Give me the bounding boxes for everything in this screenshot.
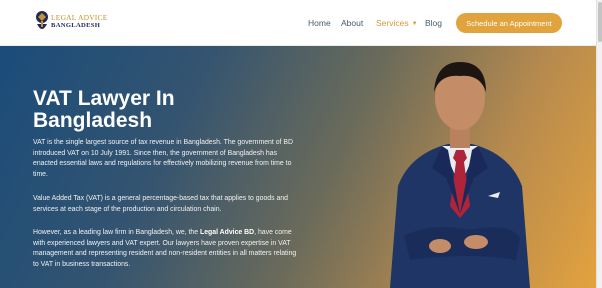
firm-paragraph: However, as a leading law firm in Bangla… — [33, 228, 303, 270]
page-scrollbar[interactable] — [596, 0, 602, 288]
firm-paragraph-text-1: However, as a leading law firm in Bangla… — [33, 229, 200, 236]
hero-section: VAT Lawyer In Bangladesh VAT is the sing… — [0, 46, 596, 288]
site-header: LEGAL ADVICE BANGLADESH Home About Servi… — [0, 0, 596, 46]
intro-paragraph: VAT is the single largest source of tax … — [33, 139, 293, 178]
lawyer-portrait-image — [390, 62, 530, 288]
nav-services[interactable]: Services ▼ — [376, 18, 418, 28]
chevron-down-icon: ▼ — [411, 21, 418, 27]
nav-home[interactable]: Home — [308, 18, 331, 28]
nav-services-label: Services — [376, 18, 409, 28]
page-title: VAT Lawyer In Bangladesh — [33, 87, 175, 132]
schedule-appointment-button[interactable]: Schedule an Appointment — [456, 13, 562, 33]
nav-blog[interactable]: Blog — [425, 18, 442, 28]
vat-definition-paragraph: Value Added Tax (VAT) is a general perce… — [33, 195, 288, 213]
logo-text-line1: LEGAL ADVICE — [51, 13, 108, 22]
logo-text-line2: BANGLADESH — [51, 22, 101, 29]
scrollbar-thumb[interactable] — [598, 2, 602, 42]
firm-name: Legal Advice BD — [200, 229, 255, 236]
logo[interactable]: LEGAL ADVICE BANGLADESH — [34, 10, 107, 36]
nav-about[interactable]: About — [341, 18, 363, 28]
logo-emblem-icon — [36, 11, 48, 29]
